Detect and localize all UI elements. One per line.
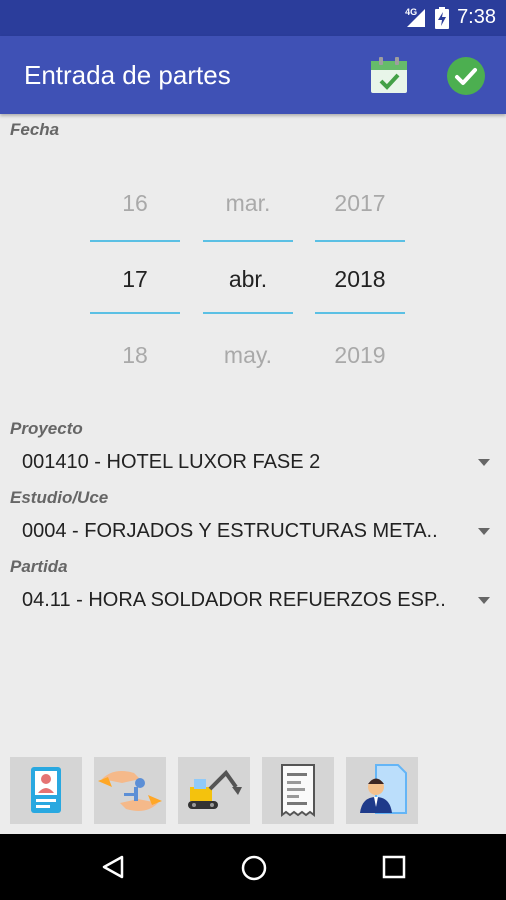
check-circle-icon[interactable] [446,56,486,96]
partida-value: 04.11 - HORA SOLDADOR REFUERZOS ESP.. [22,589,446,611]
date-label: Fecha [10,120,60,139]
partida-label: Partida [10,557,68,576]
year-picker[interactable]: 2017 2018 2019 [315,190,405,370]
month-prev[interactable]: mar. [203,190,293,217]
excavator-icon [188,769,242,809]
chevron-down-icon [478,528,490,535]
status-bar: 4G 7:38 [0,0,506,36]
year-current[interactable]: 2018 [315,266,405,293]
month-current[interactable]: abr. [203,266,293,293]
chevron-down-icon [478,459,490,466]
day-current[interactable]: 17 [90,266,180,293]
month-next[interactable]: may. [203,342,293,369]
proyecto-value: 001410 - HOTEL LUXOR FASE 2 [22,451,321,473]
day-next[interactable]: 18 [90,342,180,369]
month-divider-bottom [203,312,293,314]
id-card-button[interactable] [10,757,82,824]
recents-icon[interactable] [382,855,406,879]
chevron-down-icon [478,597,490,604]
month-picker[interactable]: mar. abr. may. [203,190,293,370]
estudio-dropdown[interactable]: 0004 - FORJADOS Y ESTRUCTURAS META.. [10,516,496,548]
machinery-button[interactable] [178,757,250,824]
day-divider-top [90,240,180,242]
navigation-bar [0,834,506,900]
estudio-label: Estudio/Uce [10,488,109,507]
page-title: Entrada de partes [24,60,231,90]
calendar-check-icon[interactable] [369,55,409,95]
employee-document-icon [360,764,407,814]
proyecto-dropdown[interactable]: 001410 - HOTEL LUXOR FASE 2 [10,447,496,479]
day-prev[interactable]: 16 [90,190,180,217]
app-bar: Entrada de partes [0,36,506,114]
signal-icon: 4G [405,7,427,29]
proyecto-label: Proyecto [10,419,83,438]
partida-dropdown[interactable]: 04.11 - HORA SOLDADOR REFUERZOS ESP.. [10,585,496,617]
clock: 7:38 [457,6,496,28]
handshake-keys-icon [98,771,162,811]
id-card-icon [31,767,61,813]
year-prev[interactable]: 2017 [315,190,405,217]
day-picker[interactable]: 16 17 18 [90,190,180,370]
receipt-button[interactable] [262,757,334,824]
estudio-value: 0004 - FORJADOS Y ESTRUCTURAS META.. [22,520,438,542]
receipt-icon [281,764,315,817]
home-icon[interactable] [240,854,268,882]
keys-handover-button[interactable] [94,757,166,824]
year-divider-bottom [315,312,405,314]
back-icon[interactable] [100,854,126,880]
battery-icon [435,6,450,29]
year-divider-top [315,240,405,242]
day-divider-bottom [90,312,180,314]
year-next[interactable]: 2019 [315,342,405,369]
employee-document-button[interactable] [346,757,418,824]
month-divider-top [203,240,293,242]
